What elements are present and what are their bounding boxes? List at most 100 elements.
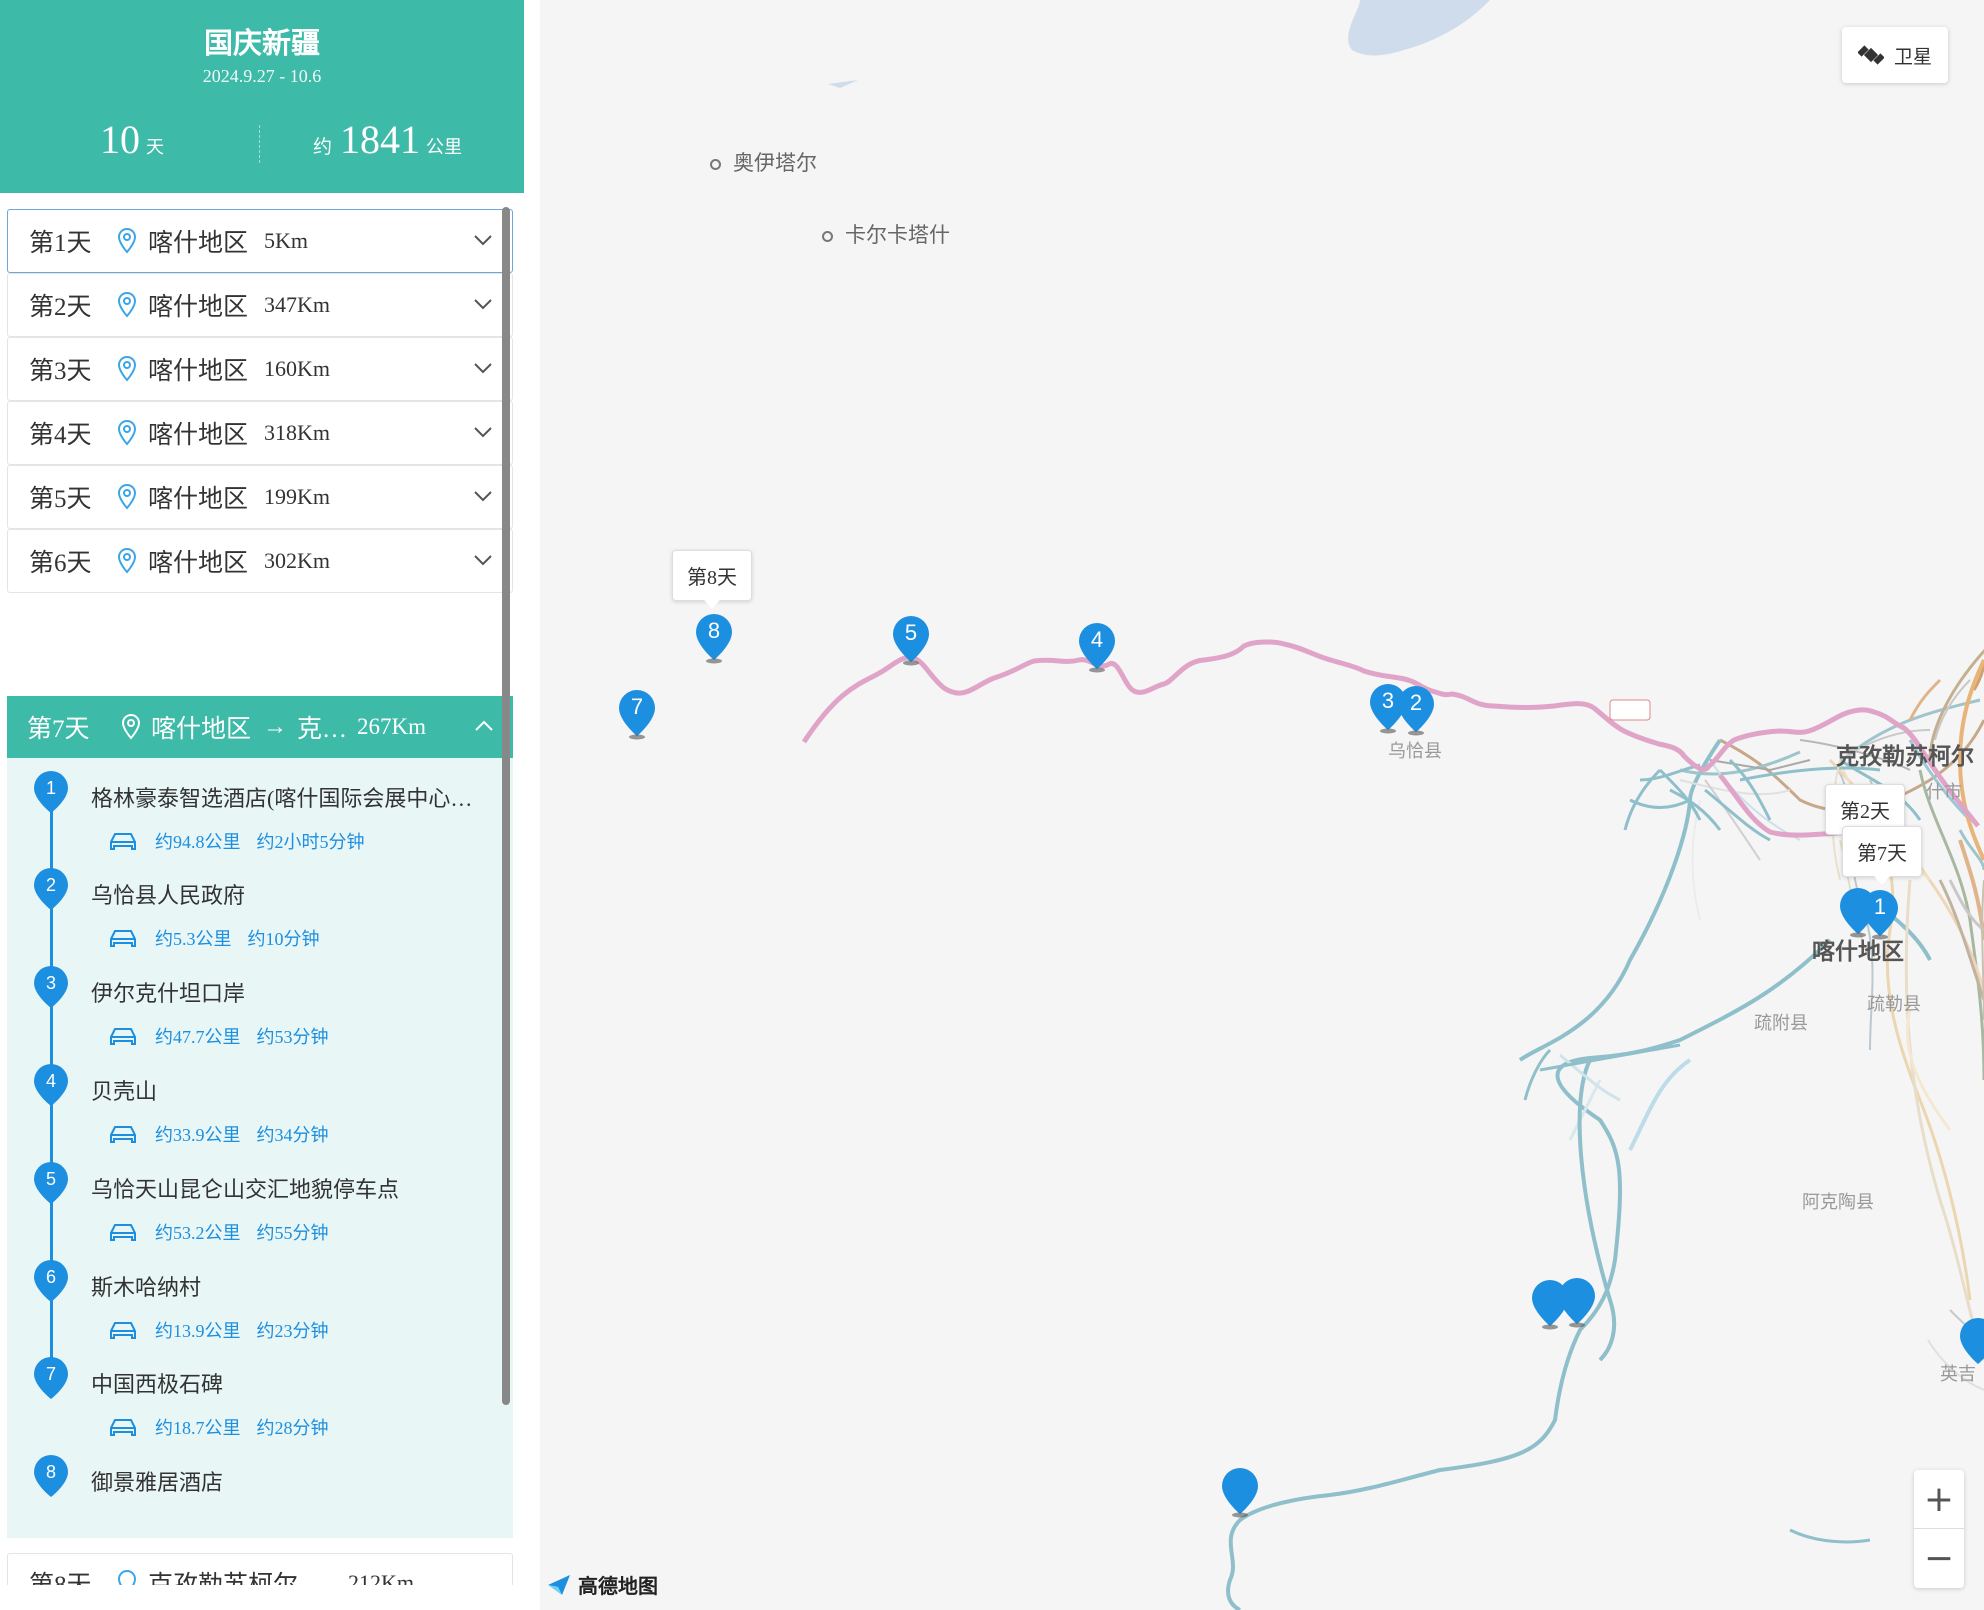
day-km: 5Km bbox=[264, 228, 309, 253]
map-pin-2[interactable]: 2 bbox=[1396, 684, 1436, 736]
map-canvas bbox=[801, 0, 1984, 1610]
car-icon bbox=[110, 1322, 136, 1339]
day-label: 第6天 bbox=[29, 550, 92, 577]
chevron-up-icon[interactable] bbox=[475, 720, 493, 732]
day-label: 第3天 bbox=[29, 358, 92, 385]
day-label: 第2天 bbox=[29, 294, 92, 321]
chevron-down-icon[interactable] bbox=[474, 426, 492, 438]
map-pin-5[interactable]: 5 bbox=[891, 614, 931, 666]
summary-divider bbox=[259, 125, 260, 163]
map-label-kezilesu: 克孜勒苏柯尔 bbox=[1836, 743, 1974, 769]
distance-prefix: 约 bbox=[313, 137, 333, 158]
leg-time: 约10分钟 bbox=[247, 929, 320, 949]
marker-number-wrap: 6 bbox=[33, 1259, 69, 1303]
leg-distance: 约13.9公里 bbox=[155, 1321, 241, 1341]
map-logo: 高德地图 bbox=[546, 1570, 658, 1599]
day-label: 第5天 bbox=[29, 486, 92, 513]
day-place: 克孜勒苏柯尔 bbox=[148, 1565, 298, 1585]
day-label: 第4天 bbox=[29, 422, 92, 449]
zoom-control: + − bbox=[1914, 1470, 1964, 1588]
satellite-toggle-button[interactable]: 卫星 bbox=[1842, 27, 1948, 83]
stop-name: 斯木哈纳村 bbox=[91, 1275, 202, 1300]
map-pin-number: 5 bbox=[904, 620, 918, 645]
leg-time: 约53分钟 bbox=[256, 1027, 329, 1047]
map-label-kaerkataxi: 卡尔卡塔什 bbox=[822, 219, 950, 249]
map-pin-number: 8 bbox=[707, 618, 721, 643]
stop-name: 乌恰天山昆仑山交汇地貌停车点 bbox=[91, 1177, 400, 1202]
trip-distance: 约 1841 公里 bbox=[313, 116, 462, 163]
day-place: 喀什地区 bbox=[148, 550, 249, 577]
day-row-6[interactable]: 第6天 喀什地区 302Km bbox=[7, 529, 513, 593]
map-pin-unlabeled-b[interactable] bbox=[1557, 1276, 1597, 1328]
day-label: 第1天 bbox=[29, 230, 92, 257]
day-km: 160Km bbox=[264, 356, 331, 381]
distance-value: 1841 bbox=[340, 117, 421, 162]
chevron-down-icon[interactable] bbox=[474, 298, 492, 310]
map-pin-number: 2 bbox=[1409, 690, 1423, 715]
map-view[interactable]: 奥伊塔尔 卡尔卡塔什 克孜勒苏柯尔 什市 喀什地区 乌恰县 疏附县 疏勒县 阿克… bbox=[540, 0, 1984, 1610]
day-label: 第8天 bbox=[29, 1565, 93, 1585]
zoom-in-button[interactable]: + bbox=[1914, 1470, 1964, 1529]
chevron-down-icon[interactable] bbox=[474, 362, 492, 374]
map-pin-4[interactable]: 4 bbox=[1077, 621, 1117, 673]
map-pin-8[interactable]: 8 bbox=[694, 612, 734, 664]
day-row-7[interactable]: 第7天 喀什地区 → 克… 267Km bbox=[7, 696, 513, 758]
map-pin-1[interactable]: 1 bbox=[1860, 888, 1900, 940]
leg-distance: 约5.3公里 bbox=[155, 929, 232, 949]
day-km: 199Km bbox=[264, 484, 331, 509]
marker-number: 8 bbox=[45, 1462, 56, 1482]
day-list[interactable]: 第1天 喀什地区 5Km 第2天 喀什地区 347Km 第3天 喀什地区 160… bbox=[0, 207, 524, 1585]
stop-name: 贝壳山 bbox=[91, 1079, 158, 1104]
map-pin-unlabeled-c[interactable] bbox=[1220, 1466, 1260, 1518]
marker-number-wrap: 4 bbox=[33, 1063, 69, 1107]
callout-day7[interactable]: 第7天 bbox=[1842, 826, 1922, 885]
day-row-4[interactable]: 第4天 喀什地区 318Km bbox=[7, 401, 513, 465]
map-label-wuqia: 乌恰县 bbox=[1388, 741, 1442, 761]
location-pin-icon bbox=[117, 483, 137, 510]
day-label: 第7天 bbox=[27, 716, 90, 743]
day-row-1[interactable]: 第1天 喀什地区 5Km bbox=[7, 209, 513, 273]
map-pin-icon bbox=[1222, 1468, 1258, 1518]
day-row-2[interactable]: 第2天 喀什地区 347Km bbox=[7, 273, 513, 337]
chevron-down-icon[interactable] bbox=[474, 234, 492, 246]
day-7-expanded: 第7天 喀什地区 → 克… 267Km 1 格林豪泰智选酒店(喀什国际会展中心…… bbox=[7, 696, 513, 1538]
chevron-down-icon[interactable] bbox=[474, 554, 492, 566]
location-pin-icon bbox=[117, 1569, 137, 1585]
day-km: 212Km bbox=[348, 1570, 415, 1585]
leg-distance: 约33.9公里 bbox=[155, 1125, 241, 1145]
day-row-8[interactable]: 第8天 克孜勒苏柯尔 212Km bbox=[7, 1553, 513, 1585]
trip-days: 10 天 bbox=[100, 116, 164, 163]
car-icon bbox=[110, 930, 136, 947]
callout-day8[interactable]: 第8天 bbox=[672, 550, 752, 609]
leg-info: 约33.9公里 约34分钟 bbox=[107, 1121, 329, 1147]
map-pin-icon bbox=[1559, 1278, 1595, 1328]
marker-number: 4 bbox=[45, 1071, 56, 1091]
map-logo-text: 高德地图 bbox=[578, 1574, 658, 1598]
map-pin-number: 7 bbox=[630, 694, 644, 719]
leg-time: 约28分钟 bbox=[256, 1418, 329, 1438]
day-km: 267Km bbox=[357, 714, 426, 739]
stop-name: 格林豪泰智选酒店(喀什国际会展中心… bbox=[91, 786, 473, 811]
day-km: 318Km bbox=[264, 420, 331, 445]
marker-number-wrap: 7 bbox=[33, 1356, 69, 1400]
chevron-down-icon[interactable] bbox=[474, 490, 492, 502]
trip-summary-header: 国庆新疆 2024.9.27 - 10.6 10 天 约 1841 公里 bbox=[0, 0, 524, 193]
map-label-shufu: 疏附县 bbox=[1754, 1013, 1808, 1033]
leg-info: 约53.2公里 约55分钟 bbox=[107, 1219, 329, 1245]
day-place: 喀什地区 bbox=[148, 422, 249, 449]
day-place: 喀什地区 bbox=[148, 230, 249, 257]
car-icon bbox=[110, 1419, 136, 1436]
days-count: 10 bbox=[100, 117, 140, 162]
map-label-shule: 疏勒县 bbox=[1867, 994, 1921, 1014]
map-pin-icon bbox=[1960, 1318, 1984, 1364]
zoom-out-button[interactable]: − bbox=[1914, 1529, 1964, 1588]
location-pin-icon bbox=[117, 547, 137, 574]
day-row-3[interactable]: 第3天 喀什地区 160Km bbox=[7, 337, 513, 401]
map-pin-unlabeled-d[interactable] bbox=[1958, 1316, 1984, 1368]
day-row-5[interactable]: 第5天 喀什地区 199Km bbox=[7, 465, 513, 529]
day-place: 喀什地区 bbox=[148, 294, 249, 321]
map-pin-7[interactable]: 7 bbox=[617, 688, 657, 740]
sidebar-scrollbar[interactable] bbox=[502, 207, 510, 1405]
location-pin-icon bbox=[121, 713, 141, 740]
map-label-aketao: 阿克陶县 bbox=[1802, 1192, 1874, 1212]
